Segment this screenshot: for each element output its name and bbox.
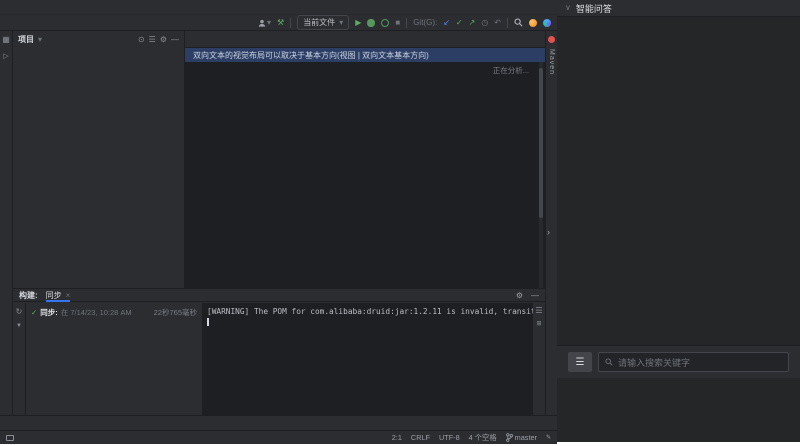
divider (290, 18, 291, 28)
git-commit-button[interactable]: ✓ (456, 19, 463, 27)
console-warning-line: [WARNING] The POM for com.alibaba:druid:… (207, 307, 533, 316)
event-log-icon[interactable] (6, 435, 14, 441)
editor-tabs (185, 31, 545, 48)
project-title: 项目 (18, 34, 34, 45)
ide-window: ▾ ⚒ 当前文件 ▾ ▶ ■ Git(G): ↙ ✓ ↗ ◷ ↶ (0, 0, 557, 444)
expand-icon[interactable]: ☰ (149, 35, 156, 44)
indent-setting[interactable]: 4 个空格 (469, 433, 497, 443)
build-status-pane: ✓ 同步: 在 7/14/23, 10:28 AM 22秒765毫秒 (26, 303, 203, 415)
success-check-icon: ✓ (31, 308, 37, 317)
bookmarks-icon[interactable]: ▷ (3, 52, 8, 60)
menu-bar (0, 0, 557, 15)
search-input[interactable]: 请输入搜索关键字 (598, 352, 789, 372)
status-bar: 2:1 CRLF UTF-8 4 个空格 master ✎ (0, 430, 557, 444)
console-caret (207, 318, 209, 326)
assistant-plugin-icon[interactable] (543, 19, 551, 27)
banner-text: 双向文本的视觉布局可以取决于基本方向(视图 | 双向文本基本方向) (193, 50, 429, 61)
minimize-icon[interactable]: — (531, 291, 539, 300)
expand-panel-icon[interactable]: › (547, 227, 550, 237)
notifications-bell-icon[interactable] (548, 36, 555, 43)
git-rollback-button[interactable]: ↶ (494, 19, 501, 27)
run-config-select[interactable]: 当前文件 ▾ (297, 15, 349, 30)
user-account-button[interactable]: ▾ (258, 19, 271, 27)
git-push-button[interactable]: ↗ (469, 19, 476, 27)
search-everywhere-button[interactable] (514, 18, 523, 27)
git-history-button[interactable]: ◷ (481, 19, 488, 27)
plugin-orange-icon[interactable] (529, 19, 537, 27)
divider (507, 18, 508, 28)
assistant-search-bar: ☰ 请输入搜索关键字 (557, 345, 800, 378)
project-panel: 项目 ▾ ⊙ ☰ ⚙ — (13, 31, 185, 288)
maven-tool-button[interactable]: Maven (548, 49, 555, 75)
chevron-down-icon: ▾ (38, 36, 42, 44)
sync-duration: 22秒765毫秒 (154, 307, 197, 318)
git-branch-widget[interactable]: master (506, 433, 537, 442)
collapse-chevron-icon: ∨ (565, 4, 571, 12)
assistant-panel: ∨ 智能问答 ☰ 请输入搜索关键字 (557, 0, 800, 442)
git-update-button[interactable]: ↙ (443, 19, 450, 27)
code-view[interactable] (185, 62, 537, 288)
build-panel: 构建: 同步 × ⚙ — ↻ ▼ ✓ 同步: 在 7/14/23, 10:28 … (13, 288, 545, 415)
build-console[interactable]: [WARNING] The POM for com.alibaba:druid:… (203, 303, 533, 415)
close-icon[interactable]: × (66, 291, 71, 300)
scroll-end-icon[interactable]: ⊞ (536, 320, 541, 327)
locate-file-icon[interactable]: ⊙ (138, 35, 145, 44)
gear-icon[interactable]: ⚙ (160, 35, 167, 44)
search-icon (605, 358, 613, 366)
sync-label: 同步: (40, 307, 58, 318)
build-group-label: 构建: (19, 290, 38, 301)
run-config-label: 当前文件 (303, 17, 335, 28)
assistant-title: 智能问答 (576, 2, 612, 15)
build-tab-sync[interactable]: 同步 × (46, 289, 71, 302)
profiler-button[interactable] (381, 19, 389, 27)
readonly-icon[interactable]: ✎ (546, 434, 551, 441)
chevron-down-icon: ▾ (339, 19, 343, 27)
run-button[interactable]: ▶ (355, 19, 361, 27)
caret-position[interactable]: 2:1 (392, 433, 402, 442)
sync-time: 在 7/14/23, 10:28 AM (61, 307, 132, 318)
divider (406, 18, 407, 28)
project-panel-header: 项目 ▾ ⊙ ☰ ⚙ — (13, 31, 184, 48)
stop-button[interactable]: ■ (395, 19, 400, 27)
editor-area: 双向文本的视觉布局可以取决于基本方向(视图 | 双向文本基本方向) 正在分析..… (185, 31, 545, 288)
assistant-header[interactable]: ∨ 智能问答 (557, 0, 800, 17)
tool-window-bar (0, 415, 557, 430)
menu-burger-button[interactable]: ☰ (568, 352, 592, 372)
left-tool-stripe: ▦ ▷ (0, 31, 13, 415)
search-placeholder: 请输入搜索关键字 (618, 356, 690, 369)
hide-panel-icon[interactable]: — (171, 35, 179, 44)
right-tool-stripe: Maven › (545, 31, 557, 415)
chevron-down-icon: ▾ (267, 19, 271, 27)
editor-notification-banner: 双向文本的视觉布局可以取决于基本方向(视图 | 双向文本基本方向) (185, 48, 545, 62)
rerun-icon[interactable]: ↻ (16, 307, 23, 316)
line-separator[interactable]: CRLF (411, 433, 430, 442)
filter-icon[interactable]: ▼ (16, 323, 22, 329)
git-label: Git(G): (413, 18, 437, 27)
build-hammer-icon[interactable]: ⚒ (277, 19, 284, 27)
console-right-rail: ☰ ⊞ (533, 303, 545, 415)
file-encoding[interactable]: UTF-8 (439, 433, 460, 442)
soft-wrap-icon[interactable]: ☰ (535, 306, 542, 315)
build-left-rail: ↻ ▼ (13, 303, 26, 415)
debug-button[interactable] (367, 19, 375, 27)
editor-scrollbar[interactable] (539, 62, 543, 288)
project-tool-icon[interactable]: ▦ (2, 35, 10, 44)
gear-icon[interactable]: ⚙ (516, 291, 523, 300)
main-toolbar: ▾ ⚒ 当前文件 ▾ ▶ ■ Git(G): ↙ ✓ ↗ ◷ ↶ (0, 15, 557, 31)
build-panel-header: 构建: 同步 × ⚙ — (13, 289, 545, 302)
